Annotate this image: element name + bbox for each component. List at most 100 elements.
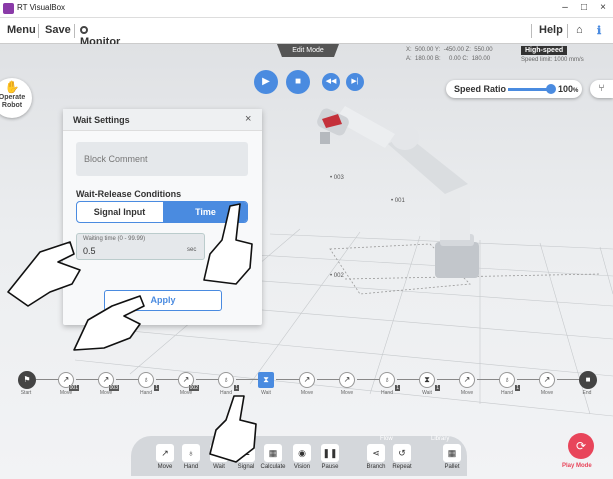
tool-branch-button[interactable]: ⋖ — [367, 444, 385, 462]
maximize-button[interactable]: □ — [575, 2, 593, 13]
tool-move-button[interactable]: ↗ — [156, 444, 174, 462]
camera-icon: ◉ — [298, 448, 306, 458]
flow-node-label: Wait — [422, 390, 432, 396]
flow-node-label: Wait — [261, 390, 271, 396]
flow-node-wait[interactable]: ⧗ 1 — [419, 372, 440, 391]
branch-icon: ⋖ — [372, 448, 380, 458]
close-window-button[interactable]: × — [594, 2, 612, 13]
move-icon: ↗ — [161, 448, 169, 458]
play-mode-button[interactable]: ⟳ — [568, 433, 594, 459]
move-icon: ↗ — [102, 375, 110, 384]
move-icon: ↗ — [543, 375, 551, 384]
point-label: • 001 — [391, 198, 405, 204]
waiting-time-unit: sec — [187, 247, 197, 253]
move-icon: ↗ — [62, 375, 70, 384]
tool-repeat-button[interactable]: ↺ — [393, 444, 411, 462]
flow-node-move[interactable]: ↗ 002 — [178, 372, 199, 391]
speed-status: High-speed Speed limit: 1000 mm/s — [521, 46, 584, 63]
play-button[interactable]: ▶ — [254, 70, 278, 94]
flow-node-start[interactable]: ⚑ — [18, 371, 36, 389]
tool-hand-button[interactable]: ♁ — [182, 444, 200, 462]
speed-badge: High-speed — [521, 46, 568, 55]
play-mode-icon: ⟳ — [575, 439, 587, 453]
dialog-title: Wait Settings — [73, 115, 130, 125]
pallet-icon: ▦ — [447, 448, 457, 458]
flow-node-label: Move — [340, 390, 354, 396]
apply-button[interactable]: Apply — [104, 290, 222, 311]
flow-node-end[interactable]: ■ — [579, 371, 597, 389]
tool-signal-button[interactable]: ⇄ — [237, 444, 255, 462]
close-icon[interactable]: × — [245, 113, 251, 125]
tool-wait-button[interactable]: ⧗ — [210, 444, 228, 462]
flow-node-move[interactable]: ↗ — [339, 372, 355, 388]
waiting-time-field[interactable]: Waiting time (0 - 99.99) 0.5 sec — [76, 233, 205, 260]
flow-node-label: Hand — [220, 390, 232, 396]
flow-node-label: Move — [59, 390, 73, 396]
flow-node-hand[interactable]: ♁ 1 — [218, 372, 239, 391]
point-label: • 002 — [330, 273, 344, 279]
flow-node-hand[interactable]: ♁ 1 — [499, 372, 520, 391]
play-mode-label: Play Mode — [562, 463, 592, 469]
tool-calculate-button[interactable]: ▦ — [264, 444, 282, 462]
start-icon: ⚑ — [23, 375, 31, 384]
step-forward-icon: ▶| — [351, 78, 359, 85]
flow-node-move[interactable]: ↗ — [539, 372, 555, 388]
tool-vision-button[interactable]: ◉ — [293, 444, 311, 462]
flow-node-move[interactable]: ↗ — [459, 372, 475, 388]
flow-node-move[interactable]: ↗ 003 — [98, 372, 119, 391]
flow-node-wait[interactable]: ⧗ — [258, 372, 274, 388]
monitor-icon — [80, 26, 88, 34]
menu-button[interactable]: Menu — [7, 24, 36, 36]
info-icon[interactable]: ℹ — [597, 24, 601, 37]
flow-node-hand[interactable]: ♁ 1 — [379, 372, 400, 391]
move-icon: ↗ — [182, 375, 190, 384]
robot-3d-viewport[interactable]: • 003 • 001 • 002 Edit Mode X: 500.00 Y:… — [0, 44, 613, 479]
flow-node-label: Hand — [501, 390, 513, 396]
flow-node-hand[interactable]: ♁ 1 — [138, 372, 159, 391]
tool-label: Pallet — [444, 464, 460, 470]
speed-ratio-control[interactable]: Speed Ratio 100% — [446, 80, 582, 98]
home-icon[interactable]: ⌂ — [576, 24, 583, 36]
minimize-button[interactable]: – — [556, 2, 574, 13]
tool-label: Pause — [321, 464, 339, 470]
flow-node-label: Hand — [140, 390, 152, 396]
flow-section-label: Flow — [380, 436, 393, 442]
speed-limit: Speed limit: 1000 mm/s — [521, 57, 584, 63]
speed-ratio-knob[interactable] — [546, 84, 556, 94]
speed-ratio-track[interactable] — [508, 88, 550, 91]
speed-ratio-label: Speed Ratio — [454, 84, 507, 94]
step-forward-button[interactable]: ▶| — [346, 73, 364, 91]
move-icon: ↗ — [463, 375, 471, 384]
operate-label: Operate — [0, 94, 26, 101]
network-icon[interactable]: ⑂ — [590, 80, 613, 98]
speed-ratio-value: 100% — [558, 84, 579, 94]
flow-node-label: Start — [20, 390, 32, 396]
repeat-icon: ↺ — [398, 448, 406, 458]
flow-node-label: Move — [540, 390, 554, 396]
conditions-label: Wait-Release Conditions — [76, 189, 182, 199]
time-option[interactable]: Time — [163, 202, 247, 222]
tool-pallet-button[interactable]: ▦ — [443, 444, 461, 462]
move-icon: ↗ — [303, 375, 311, 384]
skip-back-button[interactable]: ◀◀ — [322, 73, 340, 91]
app-icon — [3, 3, 14, 14]
condition-toggle: Signal Input Time — [76, 201, 248, 223]
flow-node-move[interactable]: ↗ — [299, 372, 315, 388]
tool-label: Repeat — [392, 464, 412, 470]
signal-input-option[interactable]: Signal Input — [77, 202, 162, 222]
stop-button[interactable]: ■ — [286, 70, 310, 94]
help-button[interactable]: Help — [539, 24, 563, 36]
calculator-icon: ▦ — [268, 448, 278, 458]
skip-back-icon: ◀◀ — [325, 78, 337, 85]
block-comment-field[interactable]: Block Comment — [76, 142, 248, 176]
flow-node-move[interactable]: ↗ 001 — [58, 372, 79, 391]
menu-separator — [567, 24, 568, 38]
title-bar: RT VisualBox – □ × — [0, 0, 613, 18]
menu-bar: Menu Save Monitor Help ⌂ ℹ — [0, 18, 613, 48]
wait-icon: ⧗ — [263, 375, 269, 384]
stop-icon: ■ — [294, 76, 302, 87]
pause-icon: ❚❚ — [322, 448, 338, 458]
hand-icon: ✋ — [4, 80, 20, 94]
tool-pause-button[interactable]: ❚❚ — [321, 444, 339, 462]
save-button[interactable]: Save — [45, 24, 71, 36]
